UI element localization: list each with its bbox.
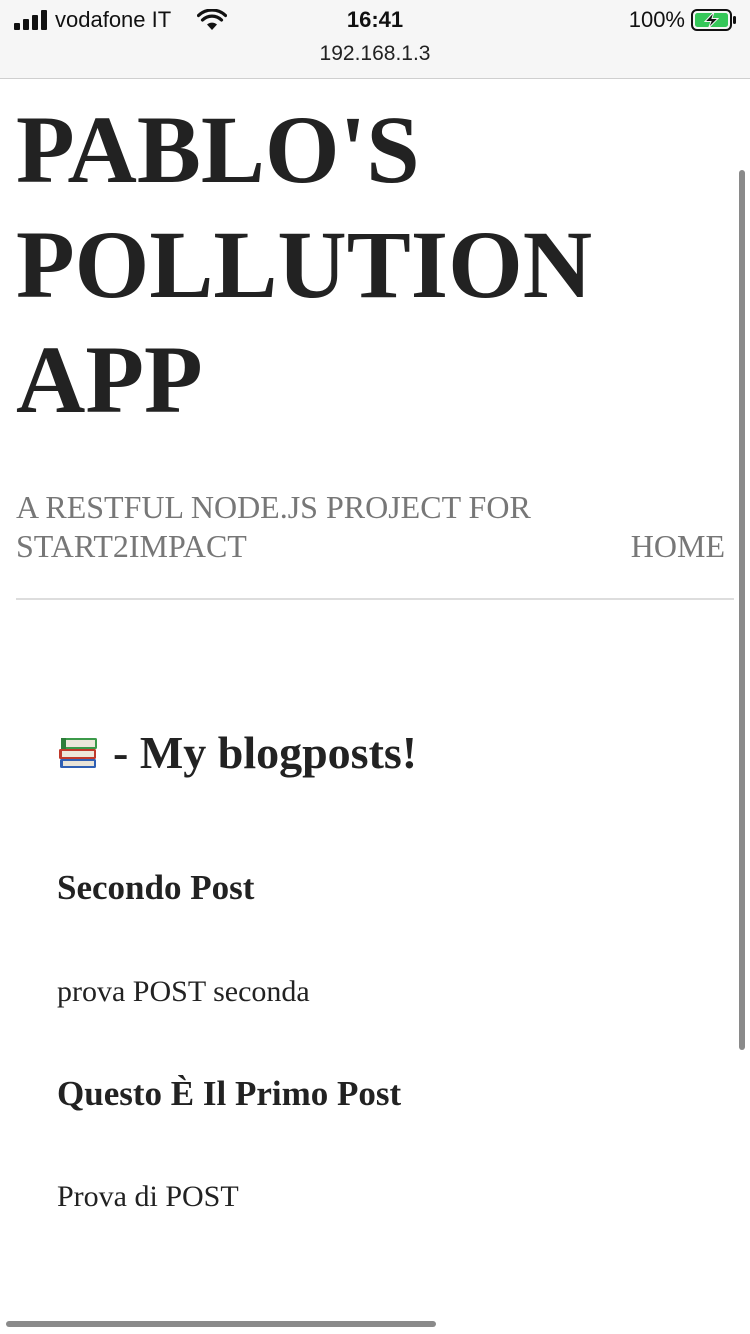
- blog-heading-text: - My blogposts!: [113, 727, 418, 778]
- nav-home-link[interactable]: HOME: [631, 527, 725, 566]
- site-title-line: POLLUTION: [16, 211, 593, 318]
- address-bar-url[interactable]: 192.168.1.3: [0, 40, 750, 68]
- horizontal-scrollbar[interactable]: [6, 1321, 436, 1327]
- site-title: PABLO'S POLLUTION APP: [16, 92, 696, 437]
- books-icon: [59, 738, 97, 768]
- vertical-scrollbar[interactable]: [739, 170, 745, 1050]
- tagline-line: START2IMPACT: [16, 528, 247, 564]
- tagline-line: A RESTFUL NODE.JS PROJECT FOR: [16, 489, 531, 525]
- site-title-line: APP: [16, 326, 203, 433]
- site-tagline: A RESTFUL NODE.JS PROJECT FOR START2IMPA…: [16, 488, 576, 566]
- blog-heading: - My blogposts!: [57, 722, 417, 784]
- status-bar: vodafone IT 16:41 192.168.1.3 100%: [0, 0, 750, 79]
- battery-charging-icon: [691, 9, 736, 31]
- post-title[interactable]: Questo È Il Primo Post: [57, 1072, 401, 1116]
- header-divider: [16, 598, 734, 600]
- battery-percentage: 100%: [628, 7, 685, 32]
- post-body: Prova di POST: [57, 1180, 239, 1213]
- site-title-line: PABLO'S: [16, 96, 420, 203]
- post-body: prova POST seconda: [57, 975, 310, 1008]
- post-title[interactable]: Secondo Post: [57, 866, 254, 910]
